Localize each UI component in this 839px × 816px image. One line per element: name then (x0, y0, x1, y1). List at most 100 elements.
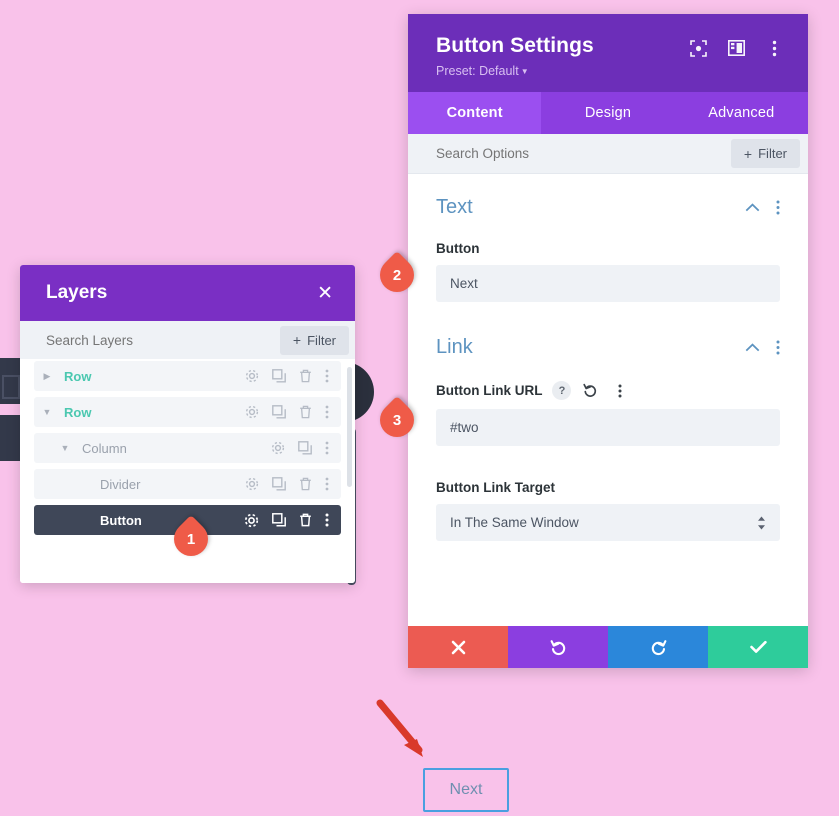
layer-collapse-toggle[interactable]: ▼ (52, 443, 78, 453)
kebab-menu-icon[interactable] (325, 477, 329, 491)
field-button-link-target: Button Link Target (436, 480, 780, 542)
filter-button[interactable]: + Filter (730, 139, 800, 169)
layer-actions (245, 477, 341, 491)
tab-design[interactable]: Design (541, 92, 675, 135)
callout-marker-2: 2 (372, 250, 424, 300)
field-label-button-link-url: Button Link URL ? (436, 381, 780, 401)
trash-icon[interactable] (299, 369, 312, 383)
button-settings-modal: Button Settings Preset: Default ▼ Conten… (408, 14, 808, 668)
builder-overlay-left-block-2 (0, 415, 22, 461)
page-title: Button Settings (436, 34, 594, 57)
section-link-actions (745, 340, 780, 355)
search-options-input[interactable] (436, 146, 731, 162)
layer-expand-toggle[interactable]: ▶ (34, 371, 60, 382)
settings-body: Text Button Link (408, 174, 808, 626)
modal-header: Button Settings Preset: Default ▼ (408, 14, 808, 93)
duplicate-icon[interactable] (272, 513, 286, 527)
callout-marker-1: 1 (166, 514, 218, 564)
button-link-url-input[interactable] (436, 409, 780, 447)
kebab-menu-icon[interactable] (325, 441, 329, 455)
section-title-link: Link (436, 336, 473, 359)
layers-filter-button-label: Filter (307, 332, 336, 348)
callout-number: 1 (186, 530, 196, 548)
kebab-menu-icon[interactable] (776, 200, 780, 215)
layer-actions (245, 369, 341, 383)
trash-icon[interactable] (299, 405, 312, 419)
callout-number: 2 (392, 266, 402, 284)
callout-number: 3 (392, 411, 402, 429)
field-label-button-link-url-text: Button Link URL (436, 383, 543, 399)
layer-collapse-toggle[interactable]: ▼ (34, 407, 60, 417)
gear-icon[interactable] (245, 369, 259, 383)
field-button-link-url: Button Link URL ? (436, 381, 780, 447)
callout-marker-3: 3 (372, 395, 424, 445)
layers-panel-header: Layers ✕ (20, 265, 355, 321)
kebab-menu-icon[interactable] (325, 369, 329, 383)
preset-selector[interactable]: Preset: Default ▼ (436, 64, 594, 78)
trash-icon[interactable] (299, 513, 312, 527)
button-text-input[interactable] (436, 265, 780, 303)
kebab-menu-icon[interactable] (776, 340, 780, 355)
close-icon[interactable]: ✕ (317, 284, 333, 303)
section-header-link: Link (436, 336, 780, 359)
duplicate-icon[interactable] (272, 369, 286, 383)
section-header-text: Text (436, 196, 780, 219)
modal-header-titles: Button Settings Preset: Default ▼ (436, 34, 594, 78)
layer-name: Divider (100, 476, 141, 492)
kebab-menu-icon[interactable] (610, 381, 629, 400)
duplicate-icon[interactable] (272, 405, 286, 419)
gear-icon[interactable] (271, 441, 285, 455)
section-text-actions (745, 200, 780, 215)
search-layers-input[interactable] (46, 332, 280, 348)
gear-icon[interactable] (245, 477, 259, 491)
layer-name: Button (100, 512, 142, 528)
kebab-menu-icon[interactable] (764, 38, 784, 58)
reset-icon[interactable] (581, 381, 600, 400)
gear-icon[interactable] (244, 513, 259, 528)
layer-actions (244, 513, 341, 528)
help-icon[interactable]: ? (552, 381, 572, 401)
layout-panel-icon[interactable] (726, 38, 746, 58)
list-item[interactable]: Divider (34, 469, 341, 499)
duplicate-icon[interactable] (298, 441, 312, 455)
list-item[interactable]: ▼ Row (34, 397, 341, 427)
focus-icon[interactable] (688, 38, 708, 58)
modal-header-actions (688, 38, 784, 58)
button-link-target-select-wrap (436, 504, 780, 542)
gear-icon[interactable] (245, 405, 259, 419)
layers-list-scrollbar[interactable] (347, 367, 352, 487)
chevron-up-icon[interactable] (745, 343, 760, 352)
button-link-target-select[interactable] (436, 504, 780, 542)
chevron-down-icon: ▼ (520, 67, 529, 77)
tab-content[interactable]: Content (408, 92, 542, 135)
chevron-up-icon[interactable] (745, 203, 760, 212)
layers-filter-button[interactable]: + Filter (279, 325, 349, 355)
field-label-button-link-target-text: Button Link Target (436, 480, 555, 496)
field-label-button-link-target: Button Link Target (436, 480, 780, 495)
preset-label: Preset: Default (436, 64, 519, 79)
redo-button[interactable] (608, 626, 708, 668)
filter-button-label: Filter (758, 146, 787, 162)
list-item[interactable]: ▶ Row (34, 361, 341, 391)
trash-icon[interactable] (299, 477, 312, 491)
save-button[interactable] (708, 626, 808, 668)
layer-name: Column (82, 440, 127, 456)
undo-button[interactable] (508, 626, 608, 668)
layers-search-bar: + Filter (20, 321, 355, 359)
builder-overlay-left-frame (2, 375, 20, 399)
modal-footer-actions (408, 626, 808, 668)
section-title-text: Text (436, 196, 473, 219)
list-item[interactable]: ▼ Column (34, 433, 341, 463)
duplicate-icon[interactable] (272, 477, 286, 491)
field-label-button: Button (436, 241, 780, 256)
canvas-next-button[interactable]: Next (423, 768, 509, 812)
kebab-menu-icon[interactable] (325, 405, 329, 419)
field-button-text: Button (436, 241, 780, 303)
cancel-button[interactable] (408, 626, 508, 668)
tab-advanced[interactable]: Advanced (674, 92, 808, 135)
kebab-menu-icon[interactable] (325, 513, 329, 527)
field-label-button-text: Button (436, 241, 480, 257)
layer-actions (271, 441, 341, 455)
plus-icon: + (743, 145, 753, 162)
settings-tabs: Content Design Advanced (408, 92, 808, 135)
